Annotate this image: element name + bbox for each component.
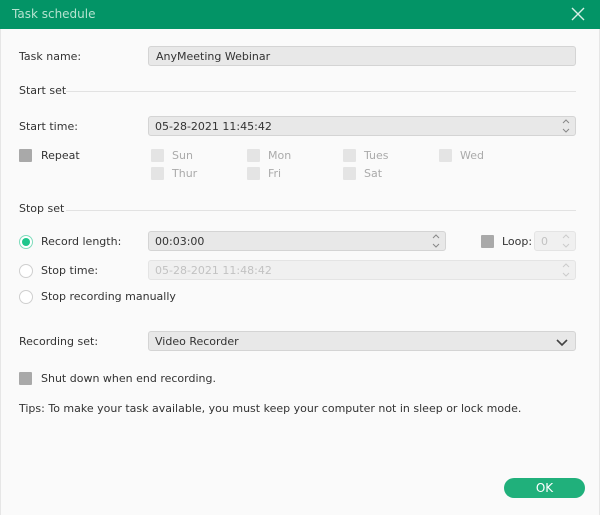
repeat-checkbox[interactable] <box>19 149 32 162</box>
start-time-spinner[interactable] <box>561 117 571 135</box>
day-label-sun: Sun <box>172 149 193 162</box>
day-label-wed: Wed <box>460 149 484 162</box>
close-icon[interactable] <box>570 6 586 22</box>
stop-set-divider <box>66 210 576 211</box>
day-label-thur: Thur <box>172 167 198 180</box>
stop-manually-radio[interactable] <box>19 290 33 304</box>
chevron-down-icon <box>556 337 568 350</box>
loop-checkbox[interactable] <box>481 235 494 248</box>
shutdown-label: Shut down when end recording. <box>41 372 216 385</box>
day-label-fri: Fri <box>268 167 282 180</box>
spinner-up-down-icon <box>562 234 570 248</box>
start-time-label: Start time: <box>19 120 78 133</box>
day-checkbox-tues[interactable] <box>343 149 356 162</box>
stop-set-heading: Stop set <box>19 202 65 215</box>
stop-time-label: Stop time: <box>41 264 99 277</box>
record-length-input[interactable]: 00:03:00 <box>148 231 446 251</box>
loop-value: 0 <box>541 235 548 248</box>
day-checkbox-sun[interactable] <box>151 149 164 162</box>
record-length-label: Record length: <box>41 235 122 248</box>
stop-time-spinner[interactable] <box>561 261 571 279</box>
day-label-sat: Sat <box>364 167 383 180</box>
recording-set-select[interactable]: Video Recorder <box>148 331 576 351</box>
loop-spinner[interactable] <box>561 232 571 250</box>
shutdown-checkbox[interactable] <box>19 372 32 385</box>
stop-time-radio[interactable] <box>19 264 33 278</box>
stop-time-input[interactable]: 05-28-2021 11:48:42 <box>148 260 576 280</box>
start-set-divider <box>66 91 576 92</box>
ok-button[interactable]: OK <box>504 478 585 498</box>
day-label-tues: Tues <box>364 149 389 162</box>
record-length-value: 00:03:00 <box>155 235 205 248</box>
spinner-up-down-icon <box>432 234 440 248</box>
stop-time-value: 05-28-2021 11:48:42 <box>155 264 272 277</box>
day-checkbox-thur[interactable] <box>151 167 164 180</box>
window-title: Task schedule <box>12 7 96 21</box>
day-label-mon: Mon <box>268 149 292 162</box>
day-checkbox-mon[interactable] <box>247 149 260 162</box>
repeat-label: Repeat <box>41 149 80 162</box>
title-bar: Task schedule <box>0 0 600 29</box>
loop-label: Loop: <box>502 235 533 248</box>
start-time-input[interactable]: 05-28-2021 11:45:42 <box>148 116 576 136</box>
day-checkbox-sat[interactable] <box>343 167 356 180</box>
start-set-heading: Start set <box>19 84 67 97</box>
task-name-input[interactable]: AnyMeeting Webinar <box>148 46 576 66</box>
task-name-label: Task name: <box>19 50 82 63</box>
recording-set-label: Recording set: <box>19 335 99 348</box>
record-length-spinner[interactable] <box>431 232 441 250</box>
tips-text: Tips: To make your task available, you m… <box>19 402 522 415</box>
start-time-value: 05-28-2021 11:45:42 <box>155 120 272 133</box>
record-length-radio[interactable] <box>19 235 33 249</box>
recording-set-value: Video Recorder <box>155 335 239 348</box>
day-checkbox-fri[interactable] <box>247 167 260 180</box>
spinner-up-down-icon <box>562 263 570 277</box>
stop-manually-label: Stop recording manually <box>41 290 176 303</box>
day-checkbox-wed[interactable] <box>439 149 452 162</box>
spinner-up-down-icon <box>562 119 570 133</box>
loop-input[interactable]: 0 <box>534 231 576 251</box>
